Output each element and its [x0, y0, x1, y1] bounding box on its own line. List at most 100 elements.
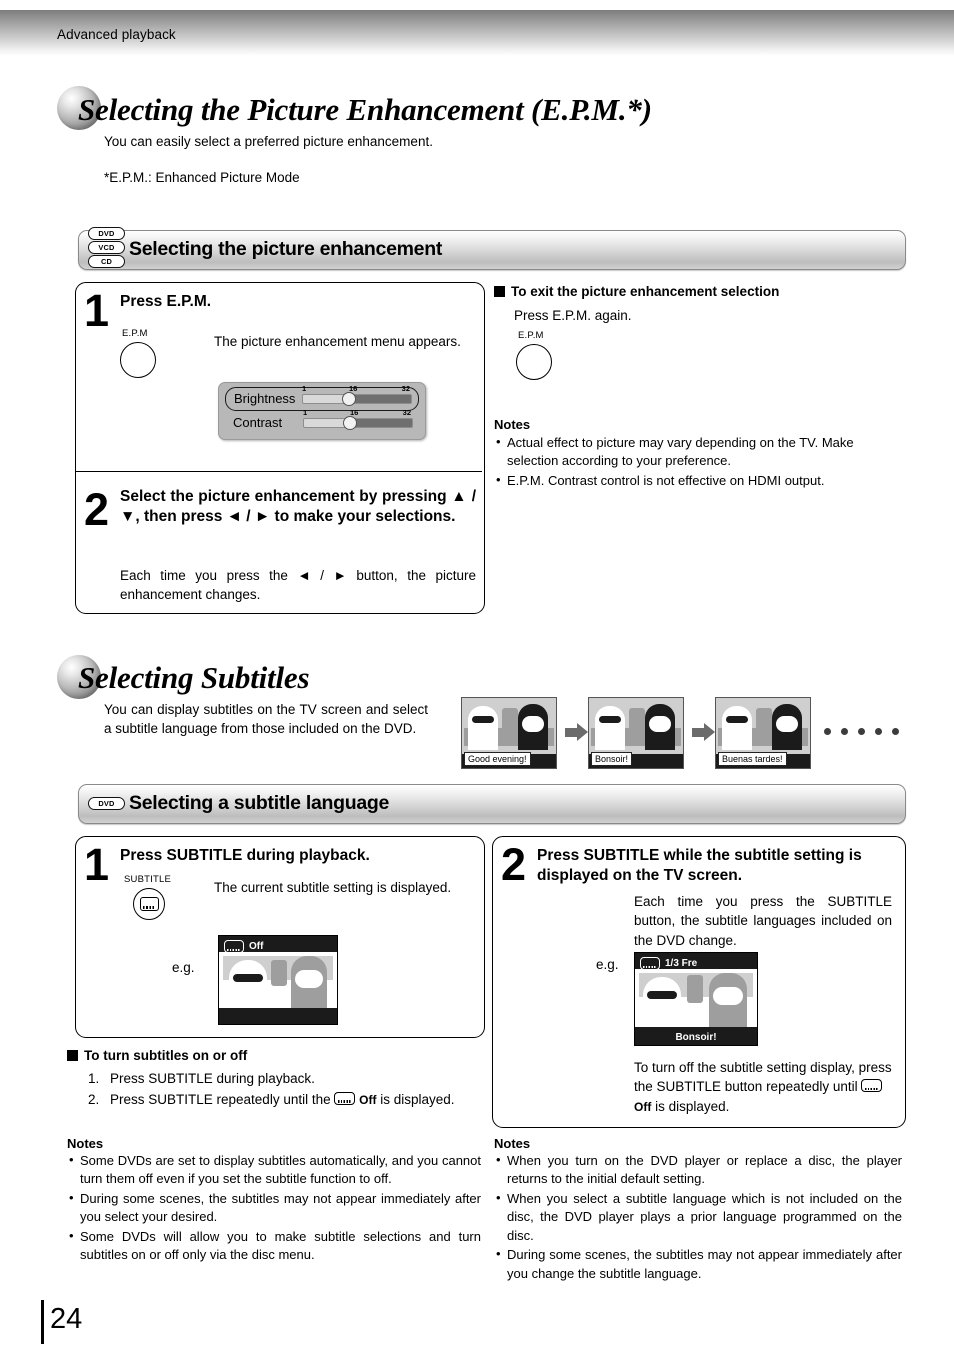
section1-step1-number: 1: [84, 285, 109, 336]
exit-heading-text: To exit the picture enhancement selectio…: [511, 284, 780, 299]
subtitle-key-label: SUBTITLE: [124, 874, 171, 885]
osd-slider-brightness[interactable]: 1 16 32: [302, 384, 412, 406]
section2-notes-right-heading: Notes: [494, 1136, 531, 1151]
section2-step2-body2: To turn off the subtitle setting display…: [634, 1058, 896, 1116]
osd-subtitle-status: Off: [224, 940, 263, 953]
flow-continuation-dots: [824, 728, 899, 735]
running-header-text: Advanced playback: [57, 27, 176, 42]
section2-step1-number: 1: [84, 839, 109, 890]
osd-tick-brightness-max: 32: [401, 384, 410, 393]
osd-subtitle-status-text: Off: [249, 941, 264, 952]
note-item: During some scenes, the subtitles may no…: [494, 1245, 902, 1283]
note-item: When you select a subtitle language whic…: [494, 1189, 902, 1245]
section2-bar-title: Selecting a subtitle language: [129, 792, 390, 814]
osd-row-brightness[interactable]: Brightness 1 16 32: [225, 384, 419, 411]
osd-subtitle-status-text: 1/3 Fre: [665, 958, 698, 969]
note-item: Some DVDs are set to display subtitles a…: [67, 1151, 481, 1189]
epm-osd-menu: Brightness 1 16 32 Contrast 1 16 32: [218, 382, 426, 440]
note-item: During some scenes, the subtitles may no…: [67, 1189, 481, 1227]
exit-heading: To exit the picture enhancement selectio…: [494, 284, 894, 299]
list-item-text-tail: is displayed.: [380, 1091, 455, 1107]
osd-row-contrast[interactable]: Contrast 1 16 32: [225, 408, 419, 434]
epm-key-label: E.P.M: [122, 328, 148, 339]
flow-caption-3: Buenas tardes!: [718, 752, 787, 766]
exit-body: Press E.P.M. again.: [514, 308, 632, 323]
flow-screen-2: Bonsoir!: [588, 697, 684, 769]
screen-caption: Bonsoir!: [675, 1032, 717, 1043]
page-number-rule: [41, 1300, 44, 1344]
disc-badge-vcd: VCD: [88, 241, 125, 254]
section2-step1-title: Press SUBTITLE during playback.: [120, 847, 370, 864]
section1-step2-body: Each time you press the ◄ / ► button, th…: [120, 568, 476, 603]
section1-step1-body: The picture enhancement menu appears.: [214, 334, 461, 349]
subtitle-key-circle[interactable]: [133, 888, 165, 920]
disc-badge-dvd: DVD: [88, 227, 125, 240]
square-bullet-icon: [494, 286, 505, 297]
section2-step1-eg-label: e.g.: [172, 960, 195, 975]
onoff-heading-text: To turn subtitles on or off: [84, 1048, 248, 1063]
osd-knob-brightness[interactable]: [342, 392, 356, 406]
osd-label-brightness: Brightness: [234, 391, 296, 406]
osd-subtitle-status: 1/3 Fre: [640, 957, 697, 970]
flow-screen-3: Buenas tardes!: [715, 697, 811, 769]
section1-footnote: *E.P.M.: Enhanced Picture Mode: [104, 170, 300, 185]
flow-caption-2: Bonsoir!: [591, 752, 633, 766]
note-item: Actual effect to picture may vary depend…: [494, 433, 898, 471]
epm-key-circle[interactable]: [120, 342, 156, 378]
section2-step1-body: The current subtitle setting is displaye…: [214, 880, 452, 895]
osd-bar-contrast: [303, 418, 413, 428]
section2-step2-body: Each time you press the SUBTITLE button,…: [634, 894, 892, 948]
section1-notes-list: Actual effect to picture may vary depend…: [494, 433, 898, 491]
flow-caption-1: Good evening!: [464, 752, 531, 766]
section2-notes-left-list: Some DVDs are set to display subtitles a…: [67, 1151, 481, 1266]
section1-disc-badges: DVD VCD CD: [88, 227, 125, 268]
epm-exit-key-label: E.P.M: [518, 330, 544, 341]
epm-exit-key-circle[interactable]: [516, 344, 552, 380]
list-item-number: 2.: [88, 1091, 100, 1107]
disc-badge-cd: CD: [88, 255, 125, 268]
section1-step2-number: 2: [84, 484, 109, 535]
note-item: When you turn on the DVD player or repla…: [494, 1151, 902, 1189]
section2-step2-body2-b: is displayed.: [655, 1098, 730, 1114]
disc-badge-dvd: DVD: [88, 797, 125, 810]
osd-label-contrast: Contrast: [233, 415, 283, 430]
section1-step2-title: Select the picture enhancement by pressi…: [120, 488, 476, 525]
square-bullet-icon: [67, 1050, 78, 1061]
section2-step2-body2-off: Off: [634, 1099, 652, 1114]
osd-slider-contrast[interactable]: 1 16 32: [303, 408, 413, 430]
section2-notes-left-heading: Notes: [67, 1136, 104, 1151]
subtitle-icon: [224, 940, 244, 953]
onoff-heading: To turn subtitles on or off: [67, 1048, 247, 1063]
section2-disc-badges: DVD: [88, 797, 125, 810]
subtitle-icon: [139, 897, 159, 911]
osd-bar-brightness: [302, 394, 412, 404]
section2-step2-title: Press SUBTITLE while the subtitle settin…: [537, 847, 862, 884]
section1-notes-heading: Notes: [494, 417, 531, 432]
note-item: Some DVDs will allow you to make subtitl…: [67, 1227, 481, 1265]
osd-tick-contrast-min: 1: [303, 408, 308, 417]
list-item-number: 1.: [88, 1071, 100, 1086]
section2-notes-right-list: When you turn on the DVD player or repla…: [494, 1151, 902, 1284]
subtitle-icon: [640, 957, 660, 970]
flow-screen-1: Good evening!: [461, 697, 557, 769]
osd-knob-contrast[interactable]: [343, 416, 357, 430]
list-item-text: Press SUBTITLE during playback.: [110, 1071, 315, 1086]
section2-step2-number: 2: [501, 839, 526, 890]
note-item: E.P.M. Contrast control is not effective…: [494, 471, 898, 490]
section1-bar-title: Selecting the picture enhancement: [129, 238, 443, 260]
list-item: 1. Press SUBTITLE during playback.: [88, 1069, 480, 1089]
osd-tick-brightness-min: 1: [302, 384, 307, 393]
section1-title: Selecting the Picture Enhancement (E.P.M…: [78, 92, 652, 127]
section2-step2-eg-label: e.g.: [596, 957, 619, 972]
section2-lead: You can display subtitles on the TV scre…: [104, 702, 428, 737]
list-item-text: Press SUBTITLE repeatedly until the: [110, 1091, 331, 1107]
manual-page: Advanced playback Selecting the Picture …: [0, 0, 954, 1350]
list-item: 2. Press SUBTITLE repeatedly until the O…: [88, 1090, 480, 1110]
onoff-list: 1. Press SUBTITLE during playback. 2. Pr…: [88, 1069, 480, 1110]
osd-tick-contrast-max: 32: [402, 408, 411, 417]
page-number: 24: [50, 1303, 83, 1335]
section2-step2-screen: 1/3 Fre Bonsoir!: [634, 952, 758, 1046]
subtitle-icon: [861, 1079, 883, 1093]
section1-steps-divider: [76, 471, 482, 472]
section2-title: Selecting Subtitles: [78, 660, 310, 695]
